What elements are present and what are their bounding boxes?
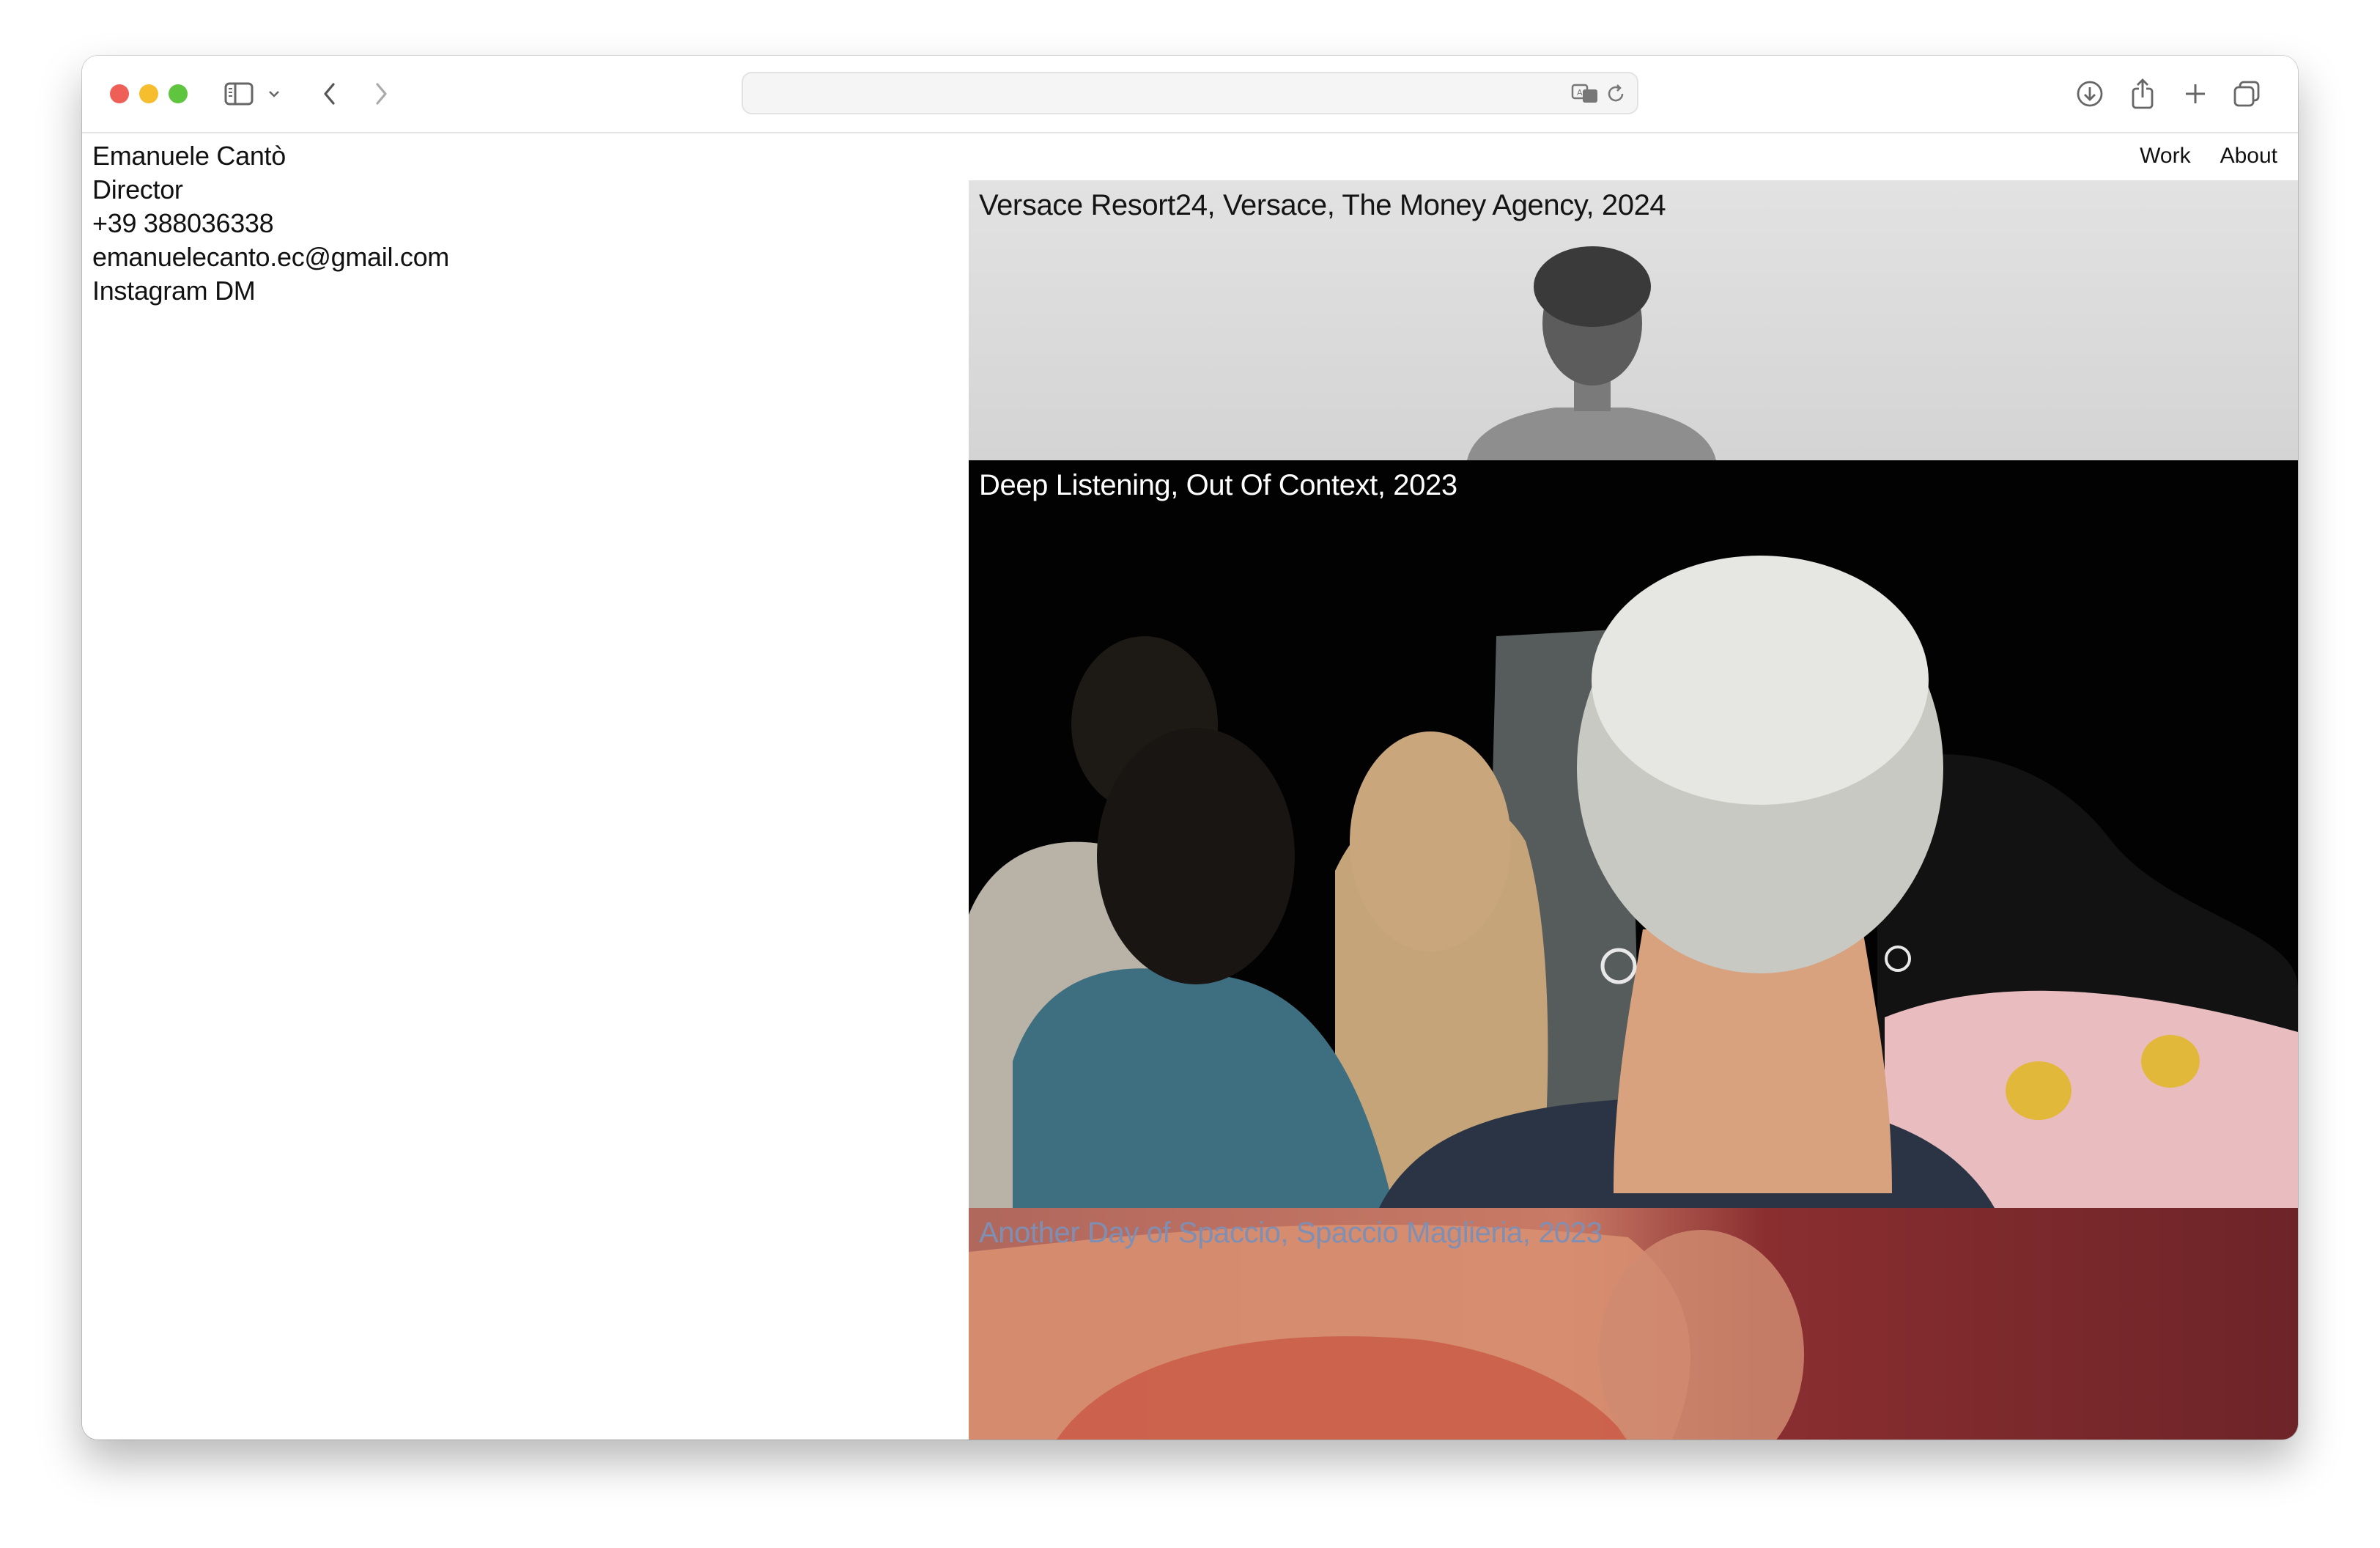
- project-title[interactable]: Deep Listening, Out Of Context, 2023: [979, 466, 1457, 504]
- tabs-overview-icon[interactable]: [2231, 76, 2263, 111]
- svg-text:A: A: [1577, 88, 1583, 97]
- download-icon[interactable]: [2074, 76, 2106, 111]
- project-card[interactable]: Versace Resort24, Versace, The Money Age…: [969, 180, 2298, 460]
- contact-info: Emanuele Cantò Director +39 388036338 em…: [92, 139, 449, 308]
- director-name: Emanuele Cantò: [92, 141, 286, 171]
- close-window-button[interactable]: [110, 84, 129, 103]
- translate-icon[interactable]: A: [1571, 81, 1600, 107]
- instagram-link[interactable]: Instagram DM: [92, 274, 449, 308]
- site-nav: Work About: [2140, 139, 2277, 173]
- phone-link[interactable]: +39 388036338: [92, 207, 449, 240]
- address-bar[interactable]: A: [742, 72, 1638, 114]
- share-icon[interactable]: [2126, 76, 2159, 111]
- sidebar-icon[interactable]: [223, 76, 255, 111]
- browser-window: A Emanuele Cantò Director +39 388036338 …: [82, 56, 2298, 1440]
- minimize-window-button[interactable]: [139, 84, 158, 103]
- maximize-window-button[interactable]: [169, 84, 188, 103]
- reload-icon[interactable]: [1605, 81, 1627, 107]
- new-tab-icon[interactable]: [2179, 76, 2211, 111]
- nav-about-link[interactable]: About: [2220, 139, 2277, 173]
- nav-work-link[interactable]: Work: [2140, 139, 2190, 173]
- web-page: Emanuele Cantò Director +39 388036338 em…: [82, 133, 2298, 1440]
- project-list: Versace Resort24, Versace, The Money Age…: [969, 180, 2298, 1440]
- email-link[interactable]: emanuelecanto.ec@gmail.com: [92, 240, 449, 274]
- director-role: Director: [92, 174, 183, 204]
- project-title[interactable]: Versace Resort24, Versace, The Money Age…: [979, 186, 1666, 224]
- chevron-down-icon[interactable]: [265, 76, 283, 111]
- project-card[interactable]: Deep Listening, Out Of Context, 2023: [969, 460, 2298, 1208]
- forward-icon[interactable]: [366, 76, 396, 111]
- browser-toolbar: A: [82, 56, 2298, 133]
- project-title[interactable]: Another Day of Spaccio, Spaccio Maglieri…: [979, 1214, 1603, 1252]
- back-icon[interactable]: [315, 76, 344, 111]
- project-thumbnail: [969, 460, 2298, 1208]
- project-card[interactable]: Another Day of Spaccio, Spaccio Maglieri…: [969, 1208, 2298, 1440]
